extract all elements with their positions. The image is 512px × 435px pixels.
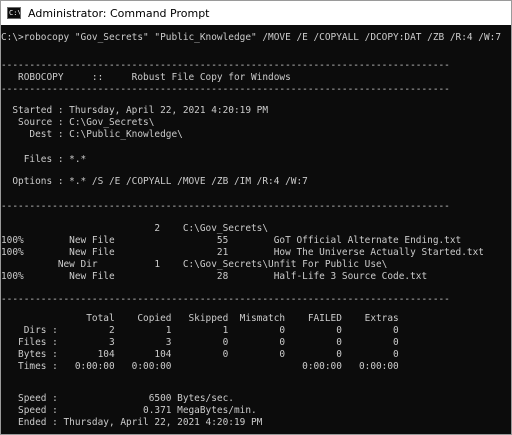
console-output[interactable]: C:\>robocopy "Gov_Secrets" "Public_Knowl…	[1, 25, 511, 434]
summary-header: Total Copied Skipped Mismatch FAILED Ext…	[1, 313, 399, 324]
separator-line: ----------------------------------------…	[1, 84, 450, 95]
file-entry: 100% New File 55 GoT Official Alternate …	[1, 235, 462, 246]
command-prompt-window: C:\ Administrator: Command Prompt C:\>ro…	[0, 0, 512, 435]
started-line: Started : Thursday, April 22, 2021 4:20:…	[1, 105, 269, 116]
window-title: Administrator: Command Prompt	[28, 6, 210, 20]
separator-line: ----------------------------------------…	[1, 294, 450, 305]
dest-line: Dest : C:\Public_Knowledge\	[1, 129, 183, 140]
directory-entry: New Dir 1 C:\Gov_Secrets\Unfit For Publi…	[1, 259, 388, 270]
file-entry: 100% New File 21 How The Universe Actual…	[1, 247, 484, 258]
summary-row-times: Times : 0:00:00 0:00:00 0:00:00 0:00:00	[1, 361, 399, 372]
cmd-icon[interactable]: C:\	[7, 7, 21, 19]
summary-row-files: Files : 3 3 0 0 0 0	[1, 337, 399, 348]
command-line: C:\>robocopy "Gov_Secrets" "Public_Knowl…	[1, 32, 502, 43]
options-line: Options : *.* /S /E /COPYALL /MOVE /ZB /…	[1, 176, 308, 187]
window-titlebar[interactable]: C:\ Administrator: Command Prompt	[1, 1, 511, 25]
speed-bytes-line: Speed : 6500 Bytes/sec.	[1, 393, 234, 404]
summary-row-dirs: Dirs : 2 1 1 0 0 0	[1, 325, 399, 336]
separator-line: ----------------------------------------…	[1, 201, 450, 212]
robocopy-header: ROBOCOPY :: Robust File Copy for Windows	[1, 72, 291, 83]
file-entry: 100% New File 28 Half-Life 3 Source Code…	[1, 271, 428, 282]
summary-row-bytes: Bytes : 104 104 0 0 0 0	[1, 349, 399, 360]
directory-entry: 2 C:\Gov_Secrets\	[1, 223, 269, 234]
ended-line: Ended : Thursday, April 22, 2021 4:20:19…	[1, 417, 263, 428]
source-line: Source : C:\Gov_Secrets\	[1, 117, 155, 128]
separator-line: ----------------------------------------…	[1, 60, 450, 71]
files-line: Files : *.*	[1, 154, 87, 165]
speed-megabytes-line: Speed : 0.371 MegaBytes/min.	[1, 405, 257, 416]
